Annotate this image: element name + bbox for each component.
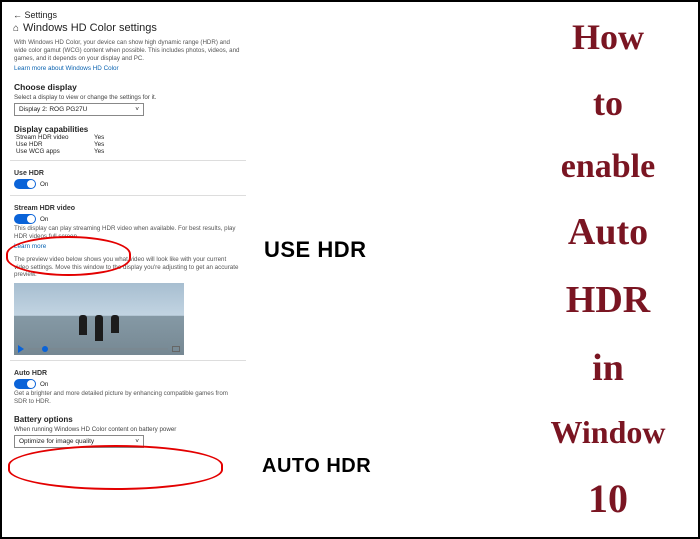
stream-hdr-heading: Stream HDR video: [14, 205, 242, 212]
fullscreen-icon[interactable]: [172, 346, 180, 352]
stream-hdr-note: This display can play streaming HDR vide…: [14, 225, 242, 241]
settings-panel: ← Settings ⌂ Windows HD Color settings W…: [8, 8, 248, 534]
caps-row: Use HDRYes: [14, 141, 242, 148]
page-title: Windows HD Color settings: [23, 22, 157, 34]
video-preview[interactable]: [14, 283, 184, 355]
use-hdr-toggle[interactable]: [14, 179, 36, 189]
play-icon[interactable]: [18, 345, 24, 353]
choose-display-instruction: Select a display to view or change the s…: [14, 94, 242, 101]
battery-select-value: Optimize for image quality: [19, 438, 94, 445]
title-word: Auto: [568, 210, 648, 254]
display-select-value: Display 2: ROG PG27U: [19, 106, 87, 113]
video-controls: [18, 345, 180, 353]
seek-bar[interactable]: [28, 348, 168, 350]
home-icon[interactable]: ⌂: [13, 23, 19, 34]
back-label: Settings: [25, 10, 58, 20]
choose-display-heading: Choose display: [14, 82, 242, 92]
battery-select[interactable]: Optimize for image quality ˅: [14, 435, 144, 448]
title-word: 10: [588, 475, 628, 522]
title-word: enable: [561, 148, 655, 186]
learn-more-link[interactable]: Learn more about Windows HD Color: [14, 65, 242, 72]
auto-hdr-toggle[interactable]: [14, 379, 36, 389]
stream-learn-more-link[interactable]: Learn more: [14, 243, 242, 250]
stream-hdr-toggle[interactable]: [14, 214, 36, 224]
back-button[interactable]: ← Settings: [8, 8, 248, 22]
auto-hdr-heading: Auto HDR: [14, 370, 242, 377]
title-word: HDR: [566, 278, 650, 322]
title-word: in: [592, 346, 624, 390]
use-hdr-state: On: [40, 181, 48, 188]
use-hdr-heading: Use HDR: [14, 170, 242, 177]
use-hdr-section: Use HDR On: [8, 164, 248, 192]
divider: [10, 160, 246, 161]
callout-auto-hdr: AUTO HDR: [262, 455, 371, 478]
intro-section: With Windows HD Color, your device can s…: [8, 37, 248, 74]
divider: [10, 195, 246, 196]
title-word: Window: [550, 414, 665, 451]
title-word: How: [572, 16, 644, 58]
auto-hdr-state: On: [40, 381, 48, 388]
stream-hdr-state: On: [40, 216, 48, 223]
page-header: ⌂ Windows HD Color settings: [8, 22, 248, 37]
chevron-down-icon: ˅: [135, 438, 139, 445]
chevron-down-icon: ˅: [135, 106, 139, 113]
intro-text: With Windows HD Color, your device can s…: [14, 39, 242, 62]
preview-note: The preview video below shows you what v…: [14, 256, 242, 279]
title-word: to: [593, 82, 623, 124]
battery-section: Battery options When running Windows HD …: [8, 408, 248, 450]
caps-row: Use WCG appsYes: [14, 148, 242, 155]
callout-use-hdr: USE HDR: [264, 237, 367, 263]
capabilities-heading: Display capabilities: [14, 125, 242, 134]
battery-heading: Battery options: [14, 415, 242, 424]
stream-hdr-section: Stream HDR video On This display can pla…: [8, 199, 248, 357]
choose-display-section: Choose display Select a display to view …: [8, 74, 248, 118]
display-select[interactable]: Display 2: ROG PG27U ˅: [14, 103, 144, 116]
auto-hdr-note: Get a brighter and more detailed picture…: [14, 390, 242, 406]
title-panel: How to enable Auto HDR in Window 10: [528, 10, 688, 530]
caps-row: Stream HDR videoYes: [14, 134, 242, 141]
capabilities-section: Display capabilities Stream HDR videoYes…: [8, 118, 248, 157]
divider: [10, 360, 246, 361]
battery-instruction: When running Windows HD Color content on…: [14, 426, 242, 433]
preview-figures: [14, 315, 184, 341]
auto-hdr-section: Auto HDR On Get a brighter and more deta…: [8, 364, 248, 408]
